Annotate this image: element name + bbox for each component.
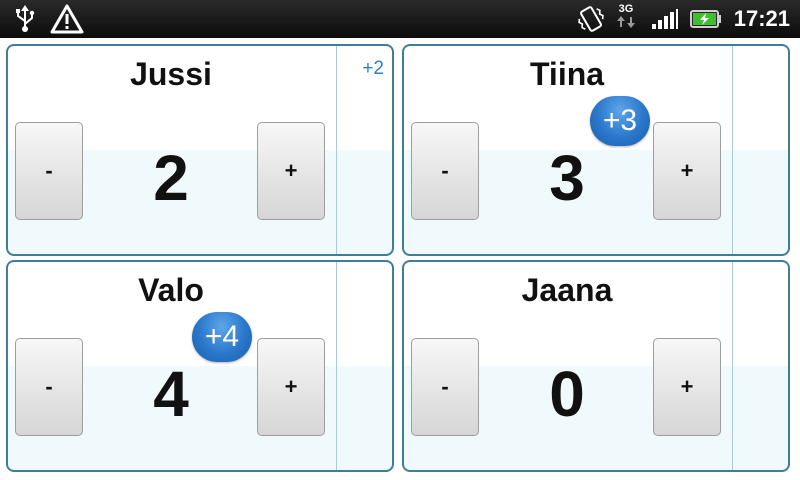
network-type-label: 3G [618,3,634,15]
signal-icon [651,0,679,38]
usb-icon [14,0,36,38]
player-card: Jaana - 0 + [402,260,790,472]
increment-button[interactable]: + [257,338,325,436]
decrement-button[interactable]: - [411,338,479,436]
card-divider [732,262,733,470]
card-divider [336,262,337,470]
player-card: Tiina - 3 + +3 [402,44,790,256]
decrement-button[interactable]: - [15,338,83,436]
decrement-button[interactable]: - [411,122,479,220]
player-name[interactable]: Jussi [8,56,334,93]
warning-icon [50,0,84,38]
card-divider [732,46,733,254]
player-card: Valo - 4 + +4 [6,260,394,472]
vibrate-icon [576,0,606,38]
status-bar: 3G 17:21 [0,0,800,38]
player-score: 4 [153,358,189,430]
battery-charging-icon [690,0,722,38]
clock: 17:21 [733,6,790,31]
score-delta-label: +2 [362,58,384,79]
score-grid: Jussi +2 - 2 + Tiina - 3 + +3 Valo - 4 +… [0,38,800,480]
player-name[interactable]: Tiina [404,56,730,93]
increment-button[interactable]: + [257,122,325,220]
network-3g-icon: 3G [614,0,638,38]
player-score: 3 [549,142,585,214]
player-name[interactable]: Valo [8,272,334,309]
player-score: 2 [153,142,189,214]
increment-button[interactable]: + [653,338,721,436]
player-card: Jussi +2 - 2 + [6,44,394,256]
score-delta-badge: +4 [192,312,252,362]
decrement-button[interactable]: - [15,122,83,220]
card-divider [336,46,337,254]
increment-button[interactable]: + [653,122,721,220]
player-score: 0 [549,358,585,430]
score-delta-badge: +3 [590,96,650,146]
player-name[interactable]: Jaana [404,272,730,309]
